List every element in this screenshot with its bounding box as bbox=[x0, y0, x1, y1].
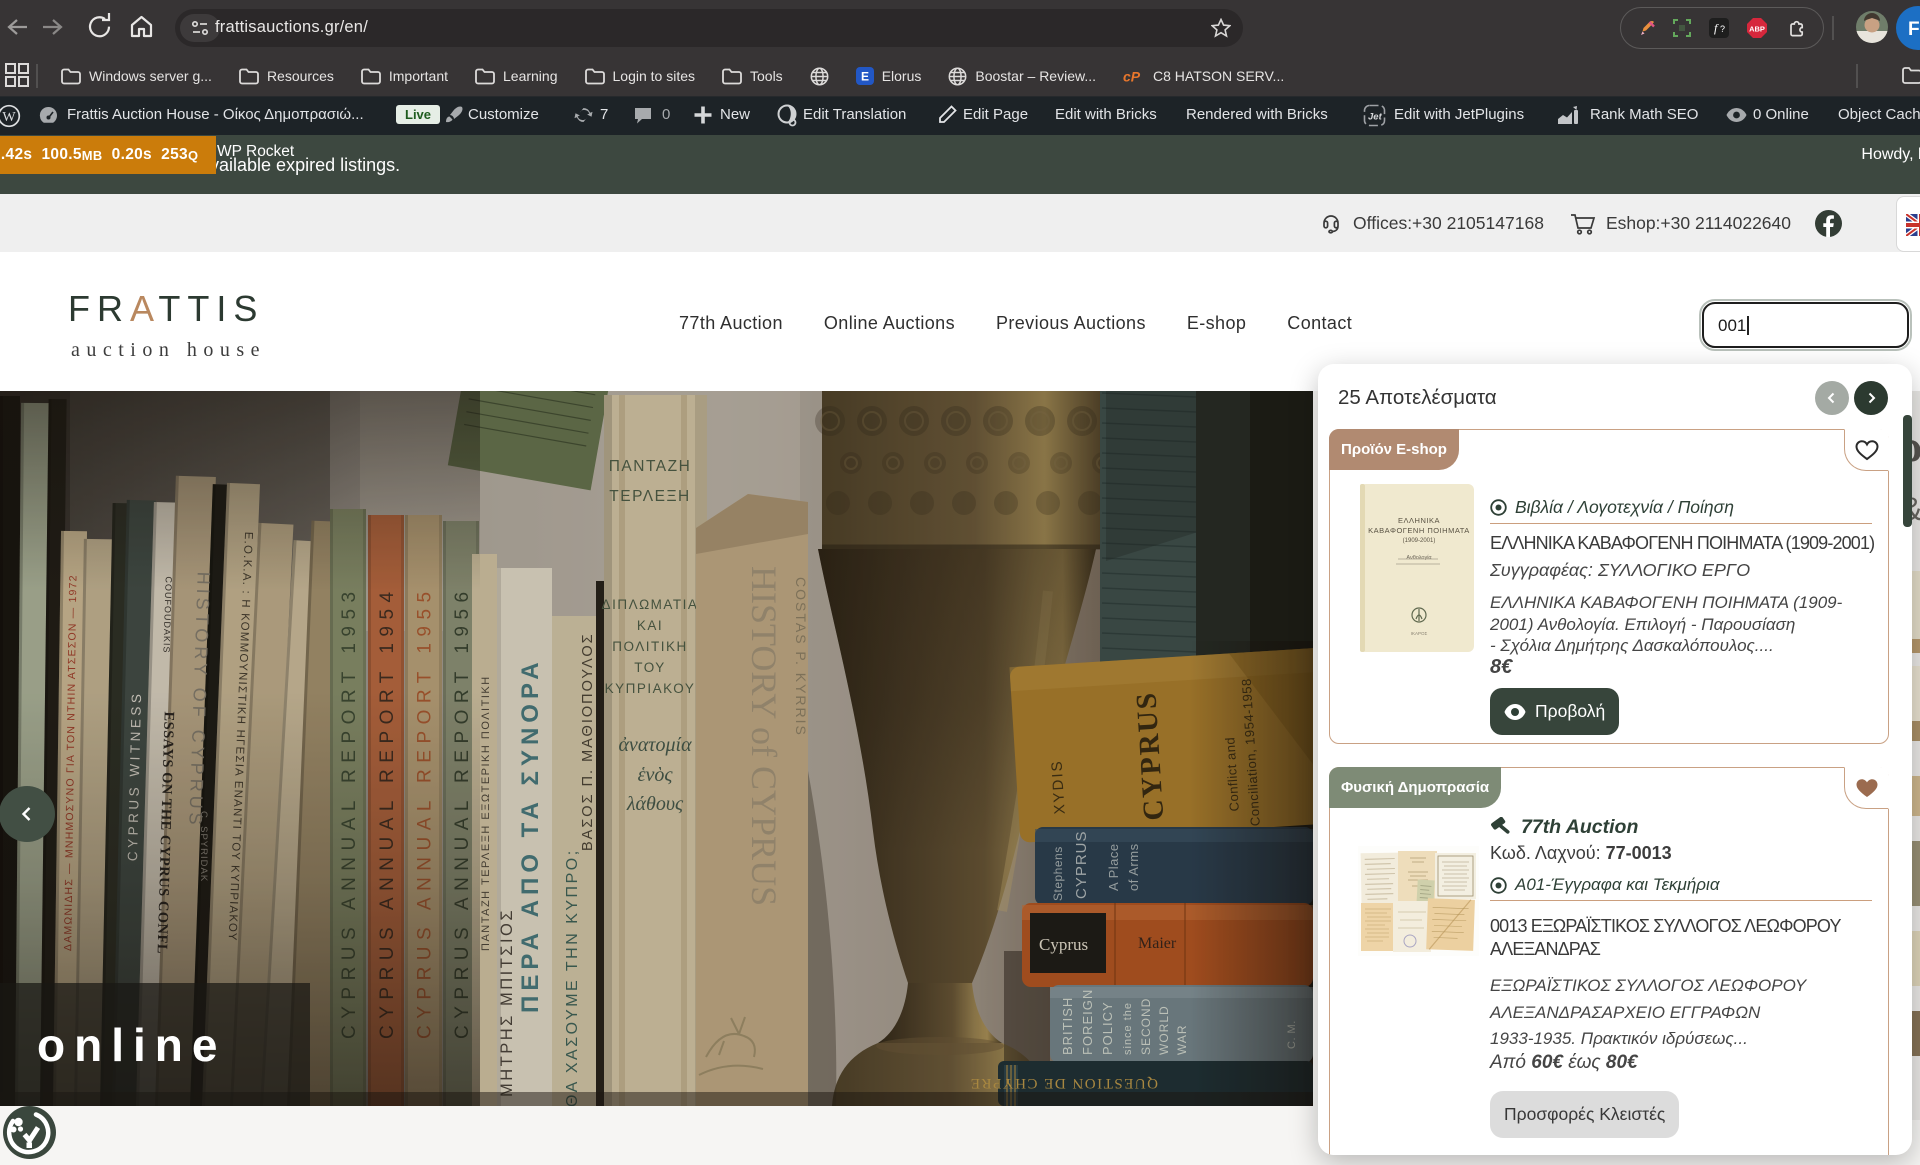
svg-text:ΕΛΛΗΝΙΚΑ: ΕΛΛΗΝΙΚΑ bbox=[1398, 516, 1440, 525]
svg-text:(1909-2001): (1909-2001) bbox=[1403, 538, 1436, 544]
svg-text:ΙΚΑΡΟΣ: ΙΚΑΡΟΣ bbox=[1411, 631, 1428, 636]
svg-text:Ανθολογία: Ανθολογία bbox=[1406, 555, 1432, 561]
svg-text:Jet: Jet bbox=[1368, 112, 1383, 123]
svg-text:?: ? bbox=[1720, 24, 1725, 34]
svg-text:cP: cP bbox=[1123, 69, 1141, 84]
svg-text:W: W bbox=[2, 110, 16, 125]
svg-text:Fi: Fi bbox=[1908, 19, 1920, 40]
svg-text:ΚΑΒΑΦΟΓΕΝΗ ΠΟΙΗΜΑΤΑ: ΚΑΒΑΦΟΓΕΝΗ ΠΟΙΗΜΑΤΑ bbox=[1368, 526, 1470, 535]
svg-text:ABP: ABP bbox=[1749, 25, 1765, 34]
svg-text:E: E bbox=[861, 70, 869, 84]
